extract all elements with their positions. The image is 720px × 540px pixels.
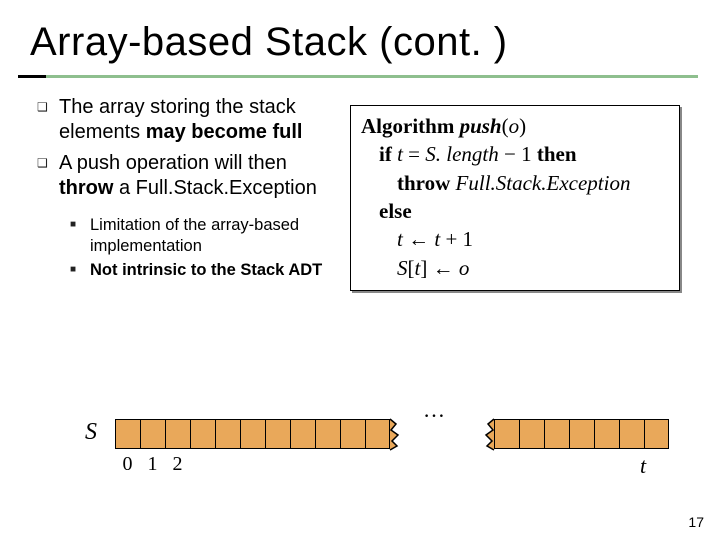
text-span: a Full.Stack.Exception [113, 177, 316, 199]
jagged-break-icon [390, 419, 404, 449]
subbullet-item: ■ Not intrinsic to the Stack ADT [70, 260, 340, 281]
bullet-text: The array storing the stack elements may… [59, 95, 340, 145]
algorithm-box: Algorithm push(o) if t = S. length − 1 t… [350, 105, 680, 291]
algo-ident: o [509, 114, 520, 138]
array-cell [215, 419, 240, 449]
algo-keyword: Algorithm [361, 114, 454, 138]
algo-line: else [379, 197, 669, 225]
bullet-marker-icon: ❑ [35, 151, 59, 175]
t-label: t [640, 453, 646, 479]
algo-ident: S. length [425, 142, 499, 166]
algo-text: ) [519, 114, 526, 138]
subbullet-text: Limitation of the array-based implementa… [90, 215, 340, 256]
algo-line: Algorithm push(o) [361, 112, 669, 140]
algo-ident: S [397, 256, 408, 280]
array-cell [140, 419, 165, 449]
bullet-marker-icon: ❑ [35, 95, 59, 119]
text-span: A push operation will then [59, 152, 287, 174]
array-cell [494, 419, 519, 449]
algo-line: throw Full.Stack.Exception [397, 169, 669, 197]
page-number: 17 [688, 514, 704, 530]
array-row-left [115, 419, 404, 449]
title-underline [18, 75, 698, 78]
algo-keyword: else [379, 199, 412, 223]
algo-keyword: if [379, 142, 392, 166]
left-column: ❑ The array storing the stack elements m… [35, 95, 340, 285]
array-cell [519, 419, 544, 449]
algo-ident: Full.Stack.Exception [456, 171, 631, 195]
array-cell [365, 419, 390, 449]
algo-line: t ← t + 1 [397, 225, 669, 253]
index-labels: 0 1 2 [115, 453, 190, 476]
index-label: 0 [115, 453, 140, 476]
index-label: 2 [165, 453, 190, 476]
array-diagram: S … [85, 415, 685, 485]
array-cell [594, 419, 619, 449]
array-cell [165, 419, 190, 449]
subbullet-text: Not intrinsic to the Stack ADT [90, 260, 322, 281]
array-cell [619, 419, 644, 449]
array-cell [115, 419, 140, 449]
algo-keyword: then [537, 142, 577, 166]
slide: Array-based Stack (cont. ) ❑ The array s… [0, 0, 720, 540]
algo-text: ] ← [420, 256, 459, 280]
array-cell [240, 419, 265, 449]
jagged-break-icon [480, 419, 494, 449]
array-cell [190, 419, 215, 449]
algo-ident: o [459, 256, 470, 280]
array-cell [544, 419, 569, 449]
algo-text: − 1 [499, 142, 537, 166]
columns: ❑ The array storing the stack elements m… [35, 95, 695, 291]
algo-line: S[t] ← o [397, 254, 669, 282]
array-row-right [480, 419, 669, 449]
text-bold: throw [59, 177, 113, 199]
content-area: ❑ The array storing the stack elements m… [35, 95, 695, 291]
ellipsis-icon: … [423, 397, 449, 423]
algo-text: ← [403, 227, 435, 251]
array-cell [644, 419, 669, 449]
algo-text: ( [502, 114, 509, 138]
subbullet-item: ■ Limitation of the array-based implemen… [70, 215, 340, 256]
algo-text: + 1 [440, 227, 473, 251]
array-cell [340, 419, 365, 449]
bullet-text: A push operation will then throw a Full.… [59, 151, 340, 201]
algo-text: = [403, 142, 425, 166]
bullet-item: ❑ A push operation will then throw a Ful… [35, 151, 340, 201]
algo-keyword: throw [397, 171, 450, 195]
slide-title: Array-based Stack (cont. ) [30, 20, 508, 65]
algo-ident: push [460, 114, 502, 138]
bullet-item: ❑ The array storing the stack elements m… [35, 95, 340, 145]
array-cell [265, 419, 290, 449]
algo-line: if t = S. length − 1 then [379, 140, 669, 168]
array-cell [569, 419, 594, 449]
right-column: Algorithm push(o) if t = S. length − 1 t… [350, 95, 680, 291]
s-label: S [85, 419, 97, 446]
array-cell [315, 419, 340, 449]
subbullet-marker-icon: ■ [70, 215, 90, 235]
index-label: 1 [140, 453, 165, 476]
subbullet-marker-icon: ■ [70, 260, 90, 280]
algo-text: [ [408, 256, 415, 280]
text-bold: may become full [146, 121, 303, 143]
array-cell [290, 419, 315, 449]
